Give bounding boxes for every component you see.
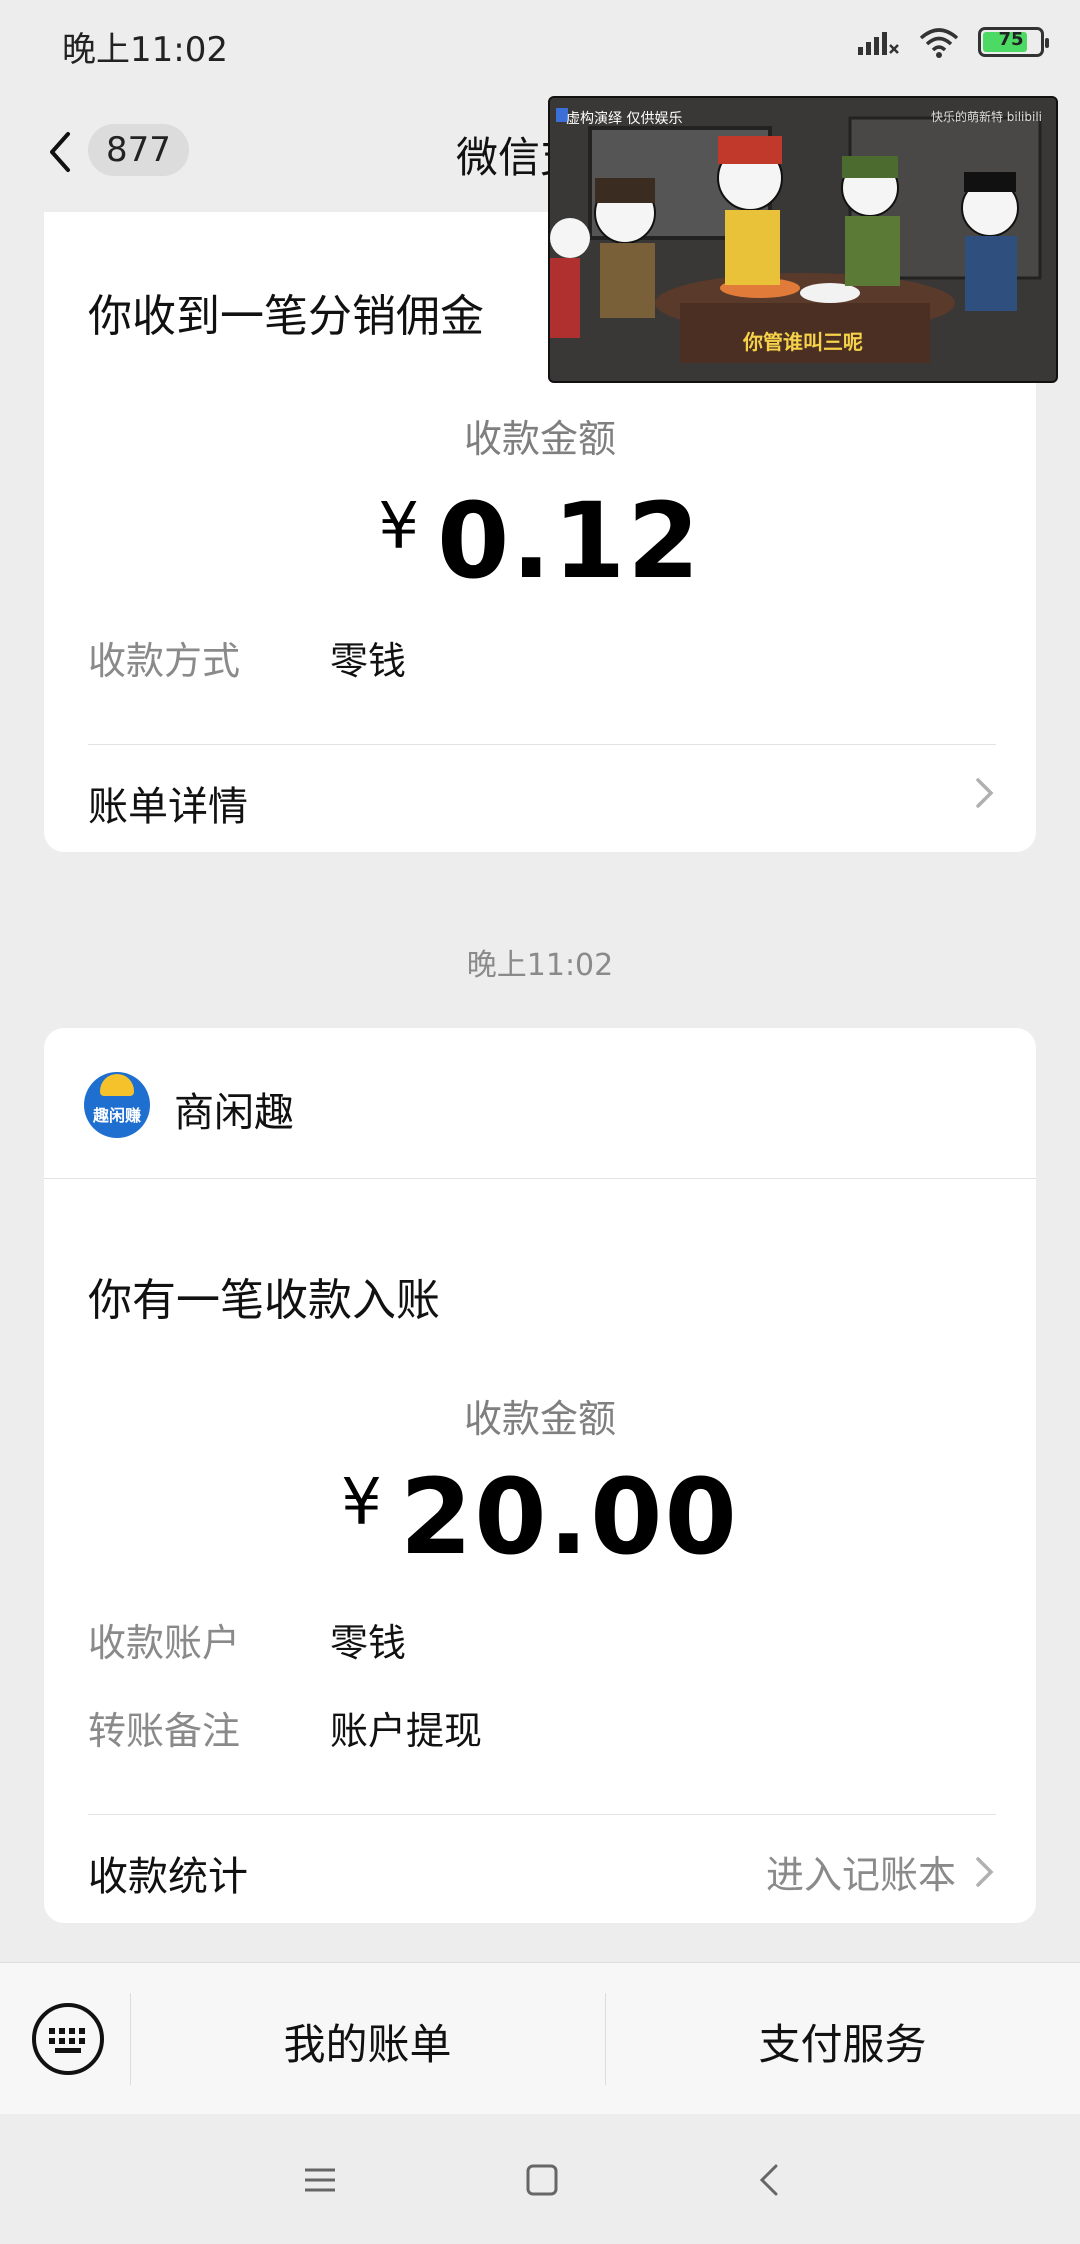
wifi-icon	[919, 28, 959, 58]
video-caption-left: 虚构演绎 仅供娱乐	[566, 111, 683, 127]
floating-video-window[interactable]: 虚构演绎 仅供娱乐 快乐的萌新特 bilibili 你管谁叫三呢	[548, 96, 1058, 383]
payment-received-card: 趣闲赚 商闲趣 你有一笔收款入账 收款金额 ¥20.00 收款账户 零钱 转账备…	[44, 1028, 1036, 1923]
divider	[44, 1178, 1036, 1179]
link-right	[974, 774, 996, 812]
video-subtitle: 你管谁叫三呢	[743, 330, 863, 354]
video-caption-right: 快乐的萌新特 bilibili	[930, 110, 1042, 124]
payment-stats-label: 收款统计	[88, 1854, 248, 1900]
home-icon[interactable]	[524, 2162, 560, 2198]
merchant-name[interactable]: 商闲趣	[174, 1080, 294, 1138]
status-bar: 晚上11:02 75	[0, 0, 1080, 92]
merchant-logo-text: 趣闲赚	[92, 1106, 141, 1125]
chevron-right-icon	[976, 1856, 994, 1887]
card-heading: 你有一笔收款入账	[88, 1275, 440, 1326]
message-timestamp: 晚上11:02	[466, 948, 614, 983]
divider	[88, 744, 996, 745]
chevron-right-icon	[976, 778, 994, 808]
link-right: 进入记账本	[766, 1844, 996, 1899]
amount-label: 收款金额	[463, 417, 616, 461]
amount-value: 0.12	[437, 480, 702, 602]
status-time: 晚上11:02	[62, 30, 228, 70]
ledger-link-text: 进入记账本	[765, 1853, 956, 1897]
bill-details-link[interactable]: 账单详情	[88, 774, 996, 834]
amount-label: 收款金额	[463, 1397, 616, 1441]
merchant-logo[interactable]: 趣闲赚	[84, 1072, 150, 1138]
signal-icon	[858, 32, 899, 55]
my-bills-button[interactable]: 我的账单	[130, 2011, 605, 2072]
receiving-account-value: 零钱	[330, 1621, 407, 1665]
system-nav-bar	[0, 2114, 1080, 2244]
amount-display: ¥20.00	[44, 1456, 1036, 1578]
back-icon[interactable]	[752, 2162, 788, 2198]
currency-symbol: ¥	[378, 490, 420, 564]
keyboard-icon[interactable]	[30, 2001, 106, 2077]
receiving-account-label: 收款账户	[88, 1621, 241, 1665]
payment-method-label: 收款方式	[88, 639, 241, 683]
status-icons: 75	[856, 26, 1049, 58]
transfer-note-label: 转账备注	[88, 1709, 241, 1753]
payment-stats-link[interactable]: 收款统计 进入记账本	[88, 1844, 996, 1904]
payment-services-button[interactable]: 支付服务	[605, 2011, 1080, 2072]
battery-level: 75	[998, 29, 1024, 50]
transfer-note-value: 账户提现	[330, 1709, 483, 1753]
payment-method-value: 零钱	[330, 639, 407, 683]
bill-details-label: 账单详情	[88, 784, 248, 830]
amount-display: ¥0.12	[44, 480, 1036, 602]
currency-symbol: ¥	[341, 1466, 382, 1540]
amount-value: 20.00	[399, 1456, 739, 1578]
bottom-menu-bar: 我的账单 支付服务	[0, 1962, 1080, 2115]
battery-icon: 75	[978, 27, 1049, 57]
card-heading: 你收到一笔分销佣金	[88, 291, 484, 342]
divider	[88, 1814, 996, 1815]
menu-icon[interactable]	[302, 2162, 338, 2198]
